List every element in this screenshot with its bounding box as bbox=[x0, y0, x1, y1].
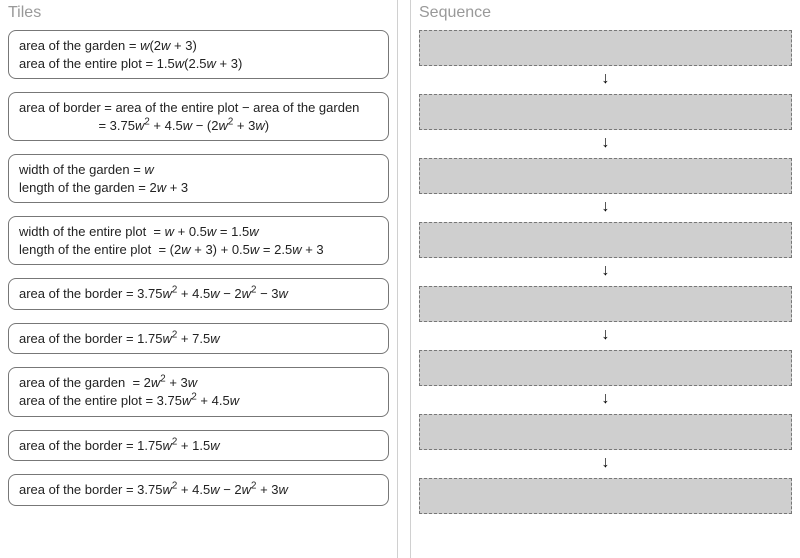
down-arrow-icon: ↓ bbox=[419, 194, 792, 222]
tile-3[interactable]: width of the entire plot = w + 0.5w = 1.… bbox=[8, 216, 389, 265]
sequence-panel: Sequence ↓ ↓ ↓ ↓ ↓ ↓ ↓ bbox=[410, 0, 800, 558]
down-arrow-icon: ↓ bbox=[419, 450, 792, 478]
tile-1-line-0: area of border = area of the entire plot… bbox=[19, 99, 378, 117]
down-arrow-icon: ↓ bbox=[419, 322, 792, 350]
sequence-slot-4[interactable] bbox=[419, 286, 792, 322]
tile-8[interactable]: area of the border = 3.75w2 + 4.5w − 2w2… bbox=[8, 474, 389, 506]
tile-6-line-1: area of the entire plot = 3.75w2 + 4.5w bbox=[19, 392, 378, 410]
tile-1[interactable]: area of border = area of the entire plot… bbox=[8, 92, 389, 141]
sequence-slot-3[interactable] bbox=[419, 222, 792, 258]
sequence-slot-2[interactable] bbox=[419, 158, 792, 194]
sequence-slot-5[interactable] bbox=[419, 350, 792, 386]
tile-0-line-1: area of the entire plot = 1.5w(2.5w + 3) bbox=[19, 55, 378, 73]
tile-4-line-0: area of the border = 3.75w2 + 4.5w − 2w2… bbox=[19, 285, 378, 303]
down-arrow-icon: ↓ bbox=[419, 258, 792, 286]
down-arrow-icon: ↓ bbox=[419, 66, 792, 94]
tile-8-line-0: area of the border = 3.75w2 + 4.5w − 2w2… bbox=[19, 481, 378, 499]
tile-5[interactable]: area of the border = 1.75w2 + 7.5w bbox=[8, 323, 389, 355]
tile-3-line-1: length of the entire plot = (2w + 3) + 0… bbox=[19, 241, 378, 259]
tile-6-line-0: area of the garden = 2w2 + 3w bbox=[19, 374, 378, 392]
sequence-container: ↓ ↓ ↓ ↓ ↓ ↓ ↓ bbox=[419, 30, 792, 514]
down-arrow-icon: ↓ bbox=[419, 386, 792, 414]
sequence-slot-1[interactable] bbox=[419, 94, 792, 130]
tile-3-line-0: width of the entire plot = w + 0.5w = 1.… bbox=[19, 223, 378, 241]
tile-2[interactable]: width of the garden = wlength of the gar… bbox=[8, 154, 389, 203]
tile-0-line-0: area of the garden = w(2w + 3) bbox=[19, 37, 378, 55]
down-arrow-icon: ↓ bbox=[419, 130, 792, 158]
tile-7[interactable]: area of the border = 1.75w2 + 1.5w bbox=[8, 430, 389, 462]
tile-7-line-0: area of the border = 1.75w2 + 1.5w bbox=[19, 437, 378, 455]
tile-2-line-1: length of the garden = 2w + 3 bbox=[19, 179, 378, 197]
tile-5-line-0: area of the border = 1.75w2 + 7.5w bbox=[19, 330, 378, 348]
tiles-container: area of the garden = w(2w + 3)area of th… bbox=[8, 30, 389, 506]
tile-2-line-0: width of the garden = w bbox=[19, 161, 378, 179]
sequence-slot-6[interactable] bbox=[419, 414, 792, 450]
tile-1-line-1: = 3.75w2 + 4.5w − (2w2 + 3w) bbox=[19, 117, 378, 135]
sequence-slot-0[interactable] bbox=[419, 30, 792, 66]
tile-0[interactable]: area of the garden = w(2w + 3)area of th… bbox=[8, 30, 389, 79]
tile-6[interactable]: area of the garden = 2w2 + 3warea of the… bbox=[8, 367, 389, 416]
sequence-slot-7[interactable] bbox=[419, 478, 792, 514]
tiles-title: Tiles bbox=[8, 0, 389, 30]
tiles-panel: Tiles area of the garden = w(2w + 3)area… bbox=[0, 0, 398, 558]
tile-4[interactable]: area of the border = 3.75w2 + 4.5w − 2w2… bbox=[8, 278, 389, 310]
sequence-title: Sequence bbox=[419, 0, 792, 30]
